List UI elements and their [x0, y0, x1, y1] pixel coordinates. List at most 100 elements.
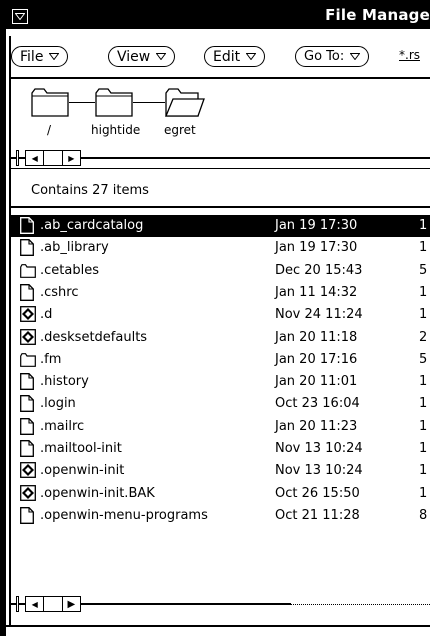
document-icon[interactable] — [20, 283, 36, 301]
scroll-left-arrow-icon[interactable]: ◀ — [26, 151, 43, 165]
file-date: Nov 13 10:24 — [275, 441, 363, 456]
application-icon[interactable] — [20, 328, 36, 346]
document-icon[interactable] — [20, 506, 36, 524]
application-icon[interactable] — [20, 306, 36, 323]
file-size: 5 — [419, 262, 428, 278]
title-bar[interactable]: File Manage — [6, 3, 430, 29]
path-connector — [133, 102, 165, 103]
document-icon[interactable] — [20, 373, 36, 391]
file-row[interactable]: .desksetdefaults Jan 20 11:18 2 — [11, 327, 430, 349]
path-folder-root[interactable] — [31, 87, 69, 121]
file-name: .ab_library — [40, 240, 109, 256]
scroll-drag-area[interactable] — [43, 597, 61, 611]
file-date: Nov 13 10:24 — [275, 463, 363, 479]
file-date: Oct 23 16:04 — [275, 396, 360, 412]
application-icon[interactable] — [20, 462, 36, 479]
file-date: Jan 11 14:32 — [275, 284, 358, 300]
folder-icon — [31, 88, 69, 117]
path-folder-hightide[interactable] — [95, 87, 133, 121]
file-name: .login — [40, 396, 76, 412]
view-menu-label: View — [117, 48, 151, 65]
file-row[interactable]: .mailrc Jan 20 11:23 1 — [11, 416, 430, 438]
document-icon[interactable] — [20, 239, 36, 257]
scroll-drag-area[interactable] — [43, 151, 61, 165]
application-icon[interactable] — [20, 484, 36, 502]
file-name: .d — [40, 307, 53, 323]
file-row[interactable]: .d Nov 24 11:24 1 — [11, 304, 430, 326]
menu-triangle-icon — [350, 53, 361, 60]
file-size: 5 — [419, 351, 428, 367]
file-date: Jan 20 11:23 — [275, 418, 358, 434]
file-row[interactable]: .ab_library Jan 19 17:30 1 — [11, 237, 430, 259]
file-row[interactable]: .openwin-init.BAK Oct 26 15:50 1 — [11, 483, 430, 505]
file-row[interactable]: .openwin-menu-programs Oct 21 11:28 8 — [11, 505, 430, 527]
goto-menu-button[interactable]: Go To: — [295, 46, 370, 67]
file-date: Jan 20 11:18 — [275, 329, 358, 345]
open-folder-icon — [165, 88, 205, 117]
file-row[interactable]: .openwin-init Nov 13 10:24 1 — [11, 460, 430, 482]
file-size: 2 — [419, 329, 428, 345]
path-pane: / hightide egret — [11, 77, 430, 148]
file-size: 1 — [419, 240, 428, 256]
scrollbar-elevator[interactable]: ◀ ▶ — [25, 150, 81, 166]
file-manager-window: File Manage File View Edit Go To: *.rs /… — [0, 0, 430, 636]
file-name: .mailtool-init — [40, 441, 122, 456]
file-size: 1 — [419, 218, 428, 233]
file-size: 1 — [419, 463, 428, 479]
edit-menu-button[interactable]: Edit — [204, 46, 266, 67]
scrollbar-cable-anchor[interactable] — [16, 596, 19, 612]
path-folder-egret[interactable] — [165, 87, 205, 121]
file-size: 8 — [419, 507, 428, 523]
goto-menu-label: Go To: — [304, 49, 345, 64]
file-row[interactable]: .mailtool-init Nov 13 10:24 1 — [11, 438, 430, 460]
file-menu-label: File — [20, 48, 44, 65]
file-row[interactable]: .cetables Dec 20 15:43 5 — [11, 260, 430, 282]
file-size: 1 — [419, 485, 428, 501]
file-size: 1 — [419, 374, 428, 390]
document-icon[interactable] — [20, 440, 36, 457]
file-size: 1 — [419, 284, 428, 300]
file-size: 1 — [419, 441, 428, 456]
path-folder-label: / — [47, 123, 52, 137]
path-folder-label: egret — [164, 123, 196, 137]
scroll-right-arrow-icon[interactable]: ▶ — [61, 151, 80, 165]
file-name: .openwin-init.BAK — [40, 485, 155, 501]
window-menu-button[interactable] — [12, 9, 28, 24]
file-name: .mailrc — [40, 418, 85, 434]
folder-icon[interactable] — [20, 352, 36, 370]
window-title: File Manage — [325, 6, 430, 24]
file-row[interactable]: .cshrc Jan 11 14:32 1 — [11, 282, 430, 304]
file-row[interactable]: .history Jan 20 11:01 1 — [11, 371, 430, 393]
file-name: .openwin-init — [40, 463, 125, 479]
control-bar: File View Edit Go To: *.rs — [11, 40, 430, 70]
file-menu-button[interactable]: File — [11, 46, 69, 67]
path-horizontal-scrollbar[interactable]: ◀ ▶ — [11, 150, 430, 166]
scrollbar-cable-anchor[interactable] — [16, 150, 19, 166]
file-row[interactable]: .ab_cardcatalog Jan 19 17:30 1 — [11, 215, 430, 237]
file-date: Jan 19 17:30 — [275, 218, 358, 233]
file-date: Jan 19 17:30 — [275, 240, 358, 256]
file-name: .history — [40, 374, 89, 390]
scroll-left-arrow-icon[interactable]: ◀ — [26, 597, 43, 611]
window-border-left[interactable] — [0, 0, 6, 636]
file-row[interactable]: .login Oct 23 16:04 1 — [11, 393, 430, 415]
folder-icon[interactable] — [20, 263, 36, 281]
file-size: 1 — [419, 396, 428, 412]
scroll-right-arrow-icon[interactable]: ▶ — [61, 597, 80, 611]
goto-text-field[interactable]: *.rs — [399, 48, 420, 62]
file-name: .desksetdefaults — [40, 329, 148, 345]
file-name: .ab_cardcatalog — [40, 218, 144, 233]
folder-icon — [95, 88, 133, 117]
edit-menu-label: Edit — [213, 48, 241, 65]
window-border-bottom — [6, 625, 430, 627]
document-icon[interactable] — [20, 217, 36, 234]
item-count: Contains 27 items — [31, 183, 149, 198]
scrollbar-track-remainder[interactable] — [291, 604, 430, 605]
menu-triangle-icon — [156, 53, 167, 60]
list-horizontal-scrollbar[interactable]: ◀ ▶ — [11, 596, 430, 614]
file-row[interactable]: .fm Jan 20 17:16 5 — [11, 349, 430, 371]
scrollbar-elevator[interactable]: ◀ ▶ — [25, 596, 81, 612]
view-menu-button[interactable]: View — [108, 46, 176, 67]
document-icon[interactable] — [20, 417, 36, 435]
document-icon[interactable] — [20, 395, 36, 413]
